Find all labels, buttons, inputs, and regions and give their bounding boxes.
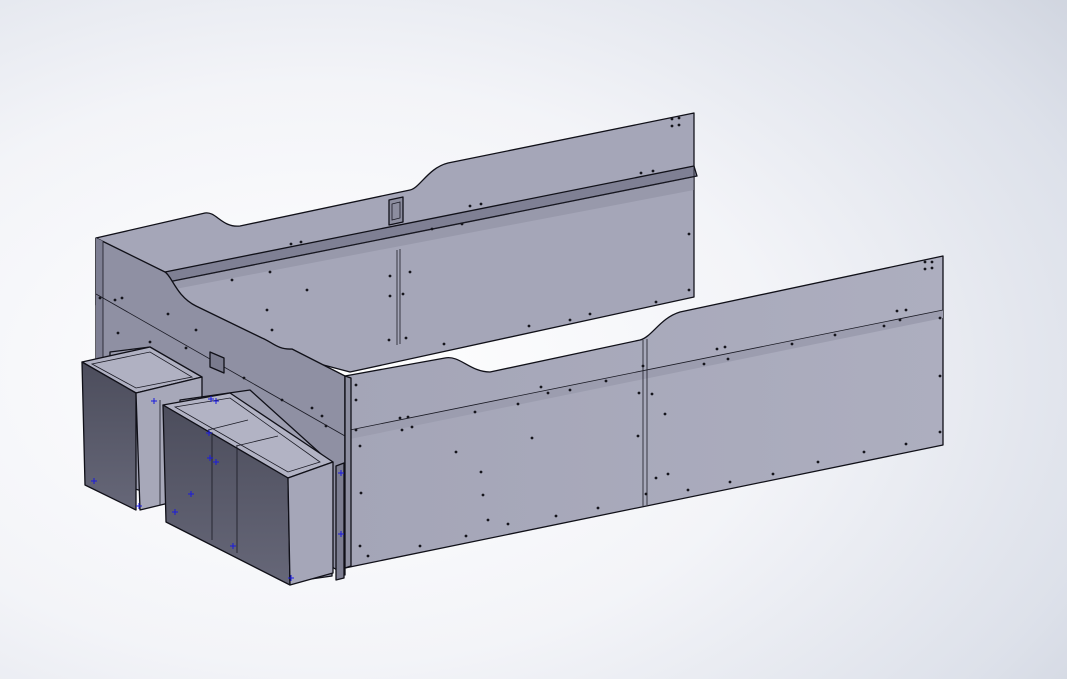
cad-graphics-area[interactable]	[0, 0, 1067, 679]
rail-bracket	[388, 196, 404, 226]
model-canvas[interactable]	[0, 0, 1067, 679]
